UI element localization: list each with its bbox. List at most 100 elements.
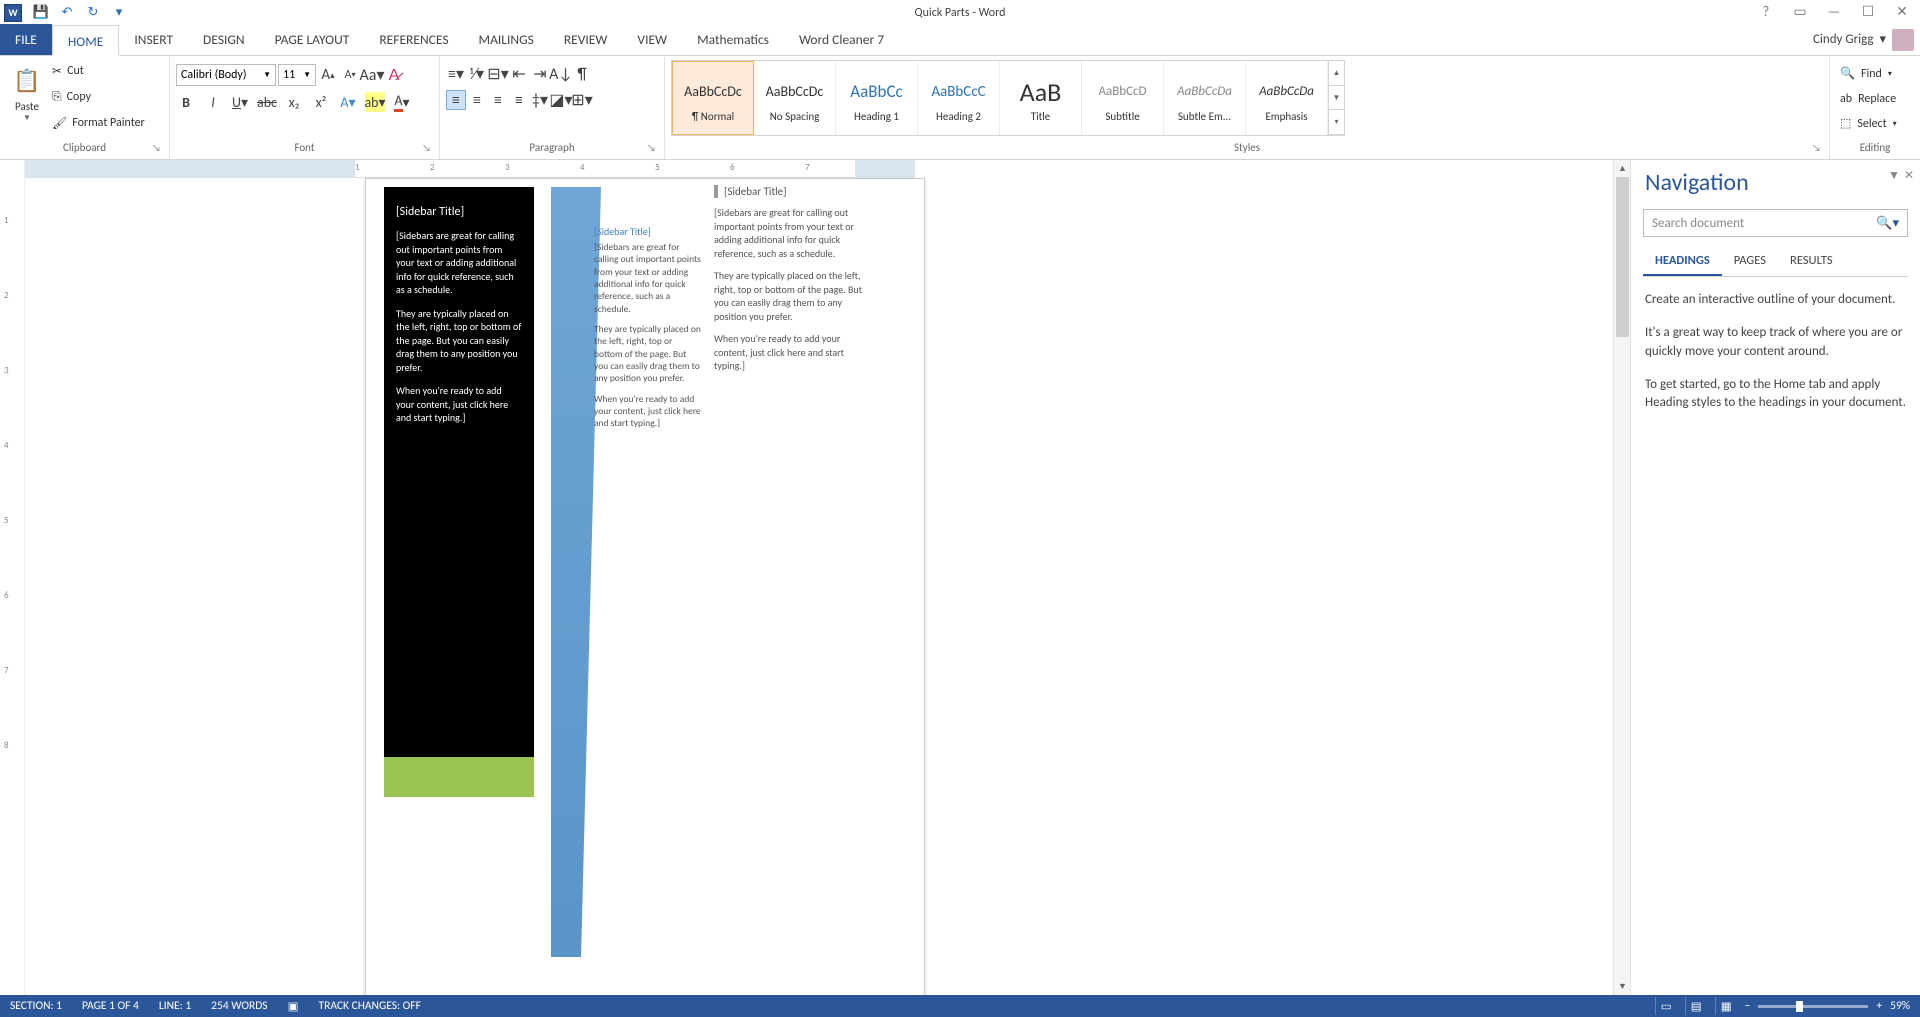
tab-word-cleaner[interactable]: Word Cleaner 7 [784,24,899,55]
align-center-button[interactable]: ≡ [467,90,487,110]
borders-button[interactable]: ⊞▾ [572,90,592,110]
style-item[interactable]: AaBbCcDc¶ Normal [672,61,754,135]
print-layout-icon[interactable]: ▤ [1685,997,1707,1015]
dialog-launcher-icon[interactable]: ↘ [152,141,161,154]
undo-icon[interactable]: ↶ [56,2,78,24]
status-words[interactable]: 254 WORDS [201,999,277,1013]
ribbon-options-icon[interactable]: ▭ [1786,0,1814,22]
style-item[interactable]: AaBbCcCHeading 2 [918,61,1000,135]
tab-home[interactable]: HOME [52,25,119,56]
grow-font-button[interactable]: A▴ [318,65,338,85]
bullets-button[interactable]: ≡▾ [446,64,466,84]
paste-button[interactable]: 📋 Paste ▼ [6,60,48,138]
nav-tab-results[interactable]: RESULTS [1778,247,1845,276]
page[interactable]: [Sidebar Title] [Sidebars are great for … [365,178,925,995]
tab-insert[interactable]: INSERT [119,24,188,55]
search-input[interactable]: Search document 🔍▾ [1643,209,1908,237]
show-marks-button[interactable]: ¶ [572,64,592,84]
close-pane-icon[interactable]: ✕ [1904,168,1914,183]
subscript-button[interactable]: x₂ [284,92,304,112]
style-item[interactable]: AaBbCcDaSubtle Em... [1164,61,1246,135]
tab-mailings[interactable]: MAILINGS [464,24,549,55]
nav-tab-headings[interactable]: HEADINGS [1643,247,1722,276]
font-size-combo[interactable]: 11▼ [278,64,316,86]
cut-button[interactable]: ✂Cut [52,60,145,82]
scroll-up-icon[interactable]: ▲ [1614,160,1630,177]
spelling-icon[interactable]: ▣ [278,999,309,1014]
highlight-button[interactable]: ab▾ [365,92,385,112]
style-item[interactable]: AaBbCcDaEmphasis [1246,61,1328,135]
change-case-button[interactable]: Aa▾ [362,65,382,85]
tab-design[interactable]: DESIGN [188,24,260,55]
format-painter-button[interactable]: 🖌Format Painter [52,112,145,134]
vertical-scrollbar[interactable]: ▲ ▼ [1613,160,1630,995]
zoom-in-icon[interactable]: + [1876,999,1882,1013]
account-menu[interactable]: Cindy Grigg ▾ [1813,24,1914,55]
line-spacing-button[interactable]: ‡▾ [530,90,550,110]
dialog-launcher-icon[interactable]: ↘ [1812,141,1821,154]
style-item[interactable]: AaBbCcHeading 1 [836,61,918,135]
strike-button[interactable]: abc [257,92,277,112]
sidebar-black[interactable]: [Sidebar Title] [Sidebars are great for … [384,187,534,757]
underline-button[interactable]: U▾ [230,92,250,112]
copy-button[interactable]: ⎘Copy [52,86,145,108]
zoom-out-icon[interactable]: − [1745,999,1751,1013]
zoom-handle[interactable] [1796,1001,1803,1012]
zoom-slider[interactable] [1758,1005,1868,1008]
tab-page-layout[interactable]: PAGE LAYOUT [260,24,365,55]
text-effects-button[interactable]: A▾ [338,92,358,112]
maximize-icon[interactable]: ☐ [1854,0,1882,22]
sidebar-green[interactable] [384,757,534,797]
zoom-level[interactable]: 59% [1890,999,1910,1013]
font-name-combo[interactable]: Calibri (Body)▼ [176,64,276,86]
replace-button[interactable]: abReplace [1840,87,1897,110]
select-button[interactable]: ⬚Select▾ [1840,112,1897,135]
font-color-button[interactable]: A▾ [392,92,412,112]
save-icon[interactable]: 💾 [30,2,52,24]
repeat-icon[interactable]: ↻ [82,2,104,24]
justify-button[interactable]: ≡ [509,90,529,110]
pane-options-icon[interactable]: ▼ [1888,168,1900,183]
sidebar-grey[interactable]: [Sidebar Title] [Sidebars are great for … [714,185,874,382]
sort-button[interactable]: A↓ [551,64,571,84]
sidebar-blue-text[interactable]: [Sidebar Title] [Sidebars are great for … [594,225,702,438]
style-item[interactable]: AaBTitle [1000,61,1082,135]
align-left-button[interactable]: ≡ [446,90,466,110]
nav-tab-pages[interactable]: PAGES [1722,247,1778,276]
qat-dropdown-icon[interactable]: ▾ [108,2,130,24]
web-layout-icon[interactable]: ▦ [1715,997,1737,1015]
style-item[interactable]: AaBbCcDcNo Spacing [754,61,836,135]
bold-button[interactable]: B [176,92,196,112]
styles-gallery[interactable]: AaBbCcDc¶ NormalAaBbCcDcNo SpacingAaBbCc… [671,60,1345,136]
italic-button[interactable]: I [203,92,223,112]
increase-indent-button[interactable]: ⇥ [530,64,550,84]
clear-format-button[interactable]: A̷ [384,65,404,85]
shrink-font-button[interactable]: A▾ [340,65,360,85]
minimize-icon[interactable]: — [1820,0,1848,22]
align-right-button[interactable]: ≡ [488,90,508,110]
tab-mathematics[interactable]: Mathematics [682,24,784,55]
scroll-thumb[interactable] [1616,177,1629,337]
close-icon[interactable]: ✕ [1888,0,1916,22]
dialog-launcher-icon[interactable]: ↘ [422,141,431,154]
status-track-changes[interactable]: TRACK CHANGES: OFF [308,999,430,1013]
status-section[interactable]: SECTION: 1 [0,999,72,1013]
dialog-launcher-icon[interactable]: ↘ [647,141,656,154]
style-item[interactable]: AaBbCcDSubtitle [1082,61,1164,135]
decrease-indent-button[interactable]: ⇤ [509,64,529,84]
tab-view[interactable]: VIEW [622,24,682,55]
search-icon[interactable]: 🔍▾ [1876,216,1899,231]
multilevel-button[interactable]: ⊟▾ [488,64,508,84]
numbering-button[interactable]: ⅟▾ [467,64,487,84]
scroll-down-icon[interactable]: ▼ [1614,978,1630,995]
superscript-button[interactable]: x² [311,92,331,112]
status-line[interactable]: LINE: 1 [149,999,201,1013]
read-mode-icon[interactable]: ▭ [1655,997,1677,1015]
styles-scroll[interactable]: ▲▼▾ [1328,61,1344,135]
tab-file[interactable]: FILE [0,24,52,55]
shading-button[interactable]: ◪▾ [551,90,571,110]
tab-references[interactable]: REFERENCES [364,24,463,55]
status-page[interactable]: PAGE 1 OF 4 [72,999,149,1013]
tab-review[interactable]: REVIEW [549,24,623,55]
help-icon[interactable]: ? [1752,0,1780,22]
